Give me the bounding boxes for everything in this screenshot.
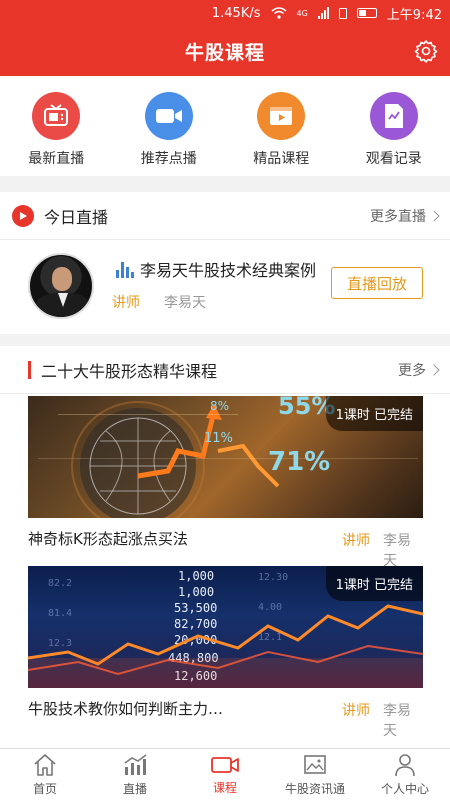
course-card[interactable]: 1,000 1,000 53,500 82,700 20,000 448,800…: [28, 566, 423, 739]
chevron-right-icon: [428, 209, 440, 222]
quick-latest-live[interactable]: 最新直播: [0, 76, 113, 176]
svg-text:82.2: 82.2: [48, 578, 72, 589]
network-type: 4G: [296, 8, 308, 18]
tv-icon: [32, 92, 81, 140]
teacher-label: 讲师: [112, 295, 140, 311]
play-icon: [12, 204, 34, 227]
status-bar: 1.45K/s 4G 上午9:42: [0, 0, 450, 26]
bottom-tab-bar: 首页 直播 课程 牛股资讯通 个人中心: [0, 748, 450, 800]
tab-home[interactable]: 首页: [0, 749, 90, 800]
course-name: 神奇标K形态起涨点买法: [28, 530, 188, 548]
avatar: [28, 253, 94, 319]
quick-actions: 最新直播 推荐点播 精品课程 观看记录: [0, 76, 450, 176]
page-title: 牛股课程: [184, 41, 265, 64]
tab-profile[interactable]: 个人中心: [360, 749, 450, 800]
tab-label: 牛股资讯通: [284, 781, 345, 796]
quick-label: 最新直播: [28, 151, 85, 167]
quick-label: 精品课程: [253, 151, 310, 167]
course-section-header: 二十大牛股形态精华课程 更多: [0, 346, 450, 394]
svg-text:12.3: 12.3: [48, 638, 72, 649]
course-badge: 1课时 已完结: [325, 566, 423, 601]
teacher-name: 李易天: [164, 295, 206, 311]
course-thumbnail: 55% 71% 11% 8% 1课时 已完结: [28, 396, 423, 518]
title-bar: 牛股课程: [0, 26, 450, 76]
chevron-right-icon: [428, 363, 440, 376]
section-title: 今日直播: [44, 207, 109, 227]
more-label: 更多: [398, 362, 426, 379]
teacher-label: 讲师: [342, 533, 370, 549]
image-icon: [304, 754, 326, 774]
thumb-text: 53,500: [174, 601, 217, 615]
svg-text:12.30: 12.30: [258, 572, 288, 583]
wifi-icon: [271, 7, 286, 19]
tab-courses[interactable]: 课程: [180, 749, 270, 800]
today-live-section: 今日直播 更多直播 李易天牛股技术经典案例 讲师 李易天 直播回放: [0, 192, 450, 334]
quick-label: 观看记录: [365, 151, 422, 167]
thumb-text: 1,000: [178, 569, 214, 583]
course-section: 二十大牛股形态精华课程 更多 55% 71% 11% 8% 1课时 已完结 神奇…: [0, 346, 450, 748]
course-name: 牛股技术教你如何判断主力介入: [28, 700, 228, 718]
tab-label: 个人中心: [380, 781, 429, 796]
clock: 上午9:42: [386, 7, 442, 23]
more-label: 更多直播: [370, 208, 426, 225]
thumb-text: 82,700: [174, 617, 217, 631]
tab-live[interactable]: 直播: [90, 749, 180, 800]
more-courses-link[interactable]: 更多: [398, 360, 440, 380]
svg-text:81.4: 81.4: [48, 608, 72, 619]
more-live-link[interactable]: 更多直播: [370, 206, 440, 226]
video-icon: [211, 756, 239, 773]
teacher-name: 李易天: [383, 703, 411, 739]
thumb-text: 11%: [204, 431, 233, 446]
live-item[interactable]: 李易天牛股技术经典案例 讲师 李易天 直播回放: [0, 240, 450, 334]
quick-watch-history[interactable]: 观看记录: [338, 76, 450, 176]
signal-icon: [317, 7, 329, 19]
sim-icon: [338, 7, 347, 19]
course-thumbnail: 1,000 1,000 53,500 82,700 20,000 448,800…: [28, 566, 423, 688]
home-icon: [34, 753, 56, 776]
live-bars-icon: [116, 260, 134, 278]
section-title: 二十大牛股形态精华课程: [41, 361, 218, 381]
thumb-text: 8%: [210, 399, 229, 413]
live-section-header: 今日直播 更多直播: [0, 192, 450, 240]
quick-premium-course[interactable]: 精品课程: [225, 76, 338, 176]
gear-icon[interactable]: [414, 39, 438, 63]
tab-label: 课程: [212, 780, 237, 795]
course-badge: 1课时 已完结: [325, 396, 423, 431]
chart-icon: [124, 753, 147, 775]
tab-label: 首页: [32, 781, 57, 796]
thumb-text: 71%: [268, 447, 330, 477]
thumb-text: 1,000: [178, 585, 214, 599]
teacher-label: 讲师: [342, 703, 370, 719]
live-title: 李易天牛股技术经典案例: [140, 261, 317, 280]
svg-text:12.1: 12.1: [258, 632, 282, 643]
network-speed: 1.45K/s: [211, 5, 261, 21]
section-accent-bar: [28, 360, 31, 379]
person-icon: [395, 753, 415, 776]
video-camera-icon: [144, 92, 193, 140]
battery-icon: [356, 8, 377, 18]
svg-text:4.00: 4.00: [258, 602, 282, 613]
quick-recommended-vod[interactable]: 推荐点播: [113, 76, 226, 176]
replay-button[interactable]: 直播回放: [331, 267, 423, 299]
teacher-name: 李易天: [383, 533, 411, 569]
tab-label: 直播: [122, 781, 147, 796]
film-play-icon: [257, 92, 306, 140]
quick-label: 推荐点播: [140, 151, 197, 167]
history-doc-icon: [369, 92, 418, 140]
tab-news[interactable]: 牛股资讯通: [270, 749, 360, 800]
course-card[interactable]: 55% 71% 11% 8% 1课时 已完结 神奇标K形态起涨点买法 讲师 李易…: [28, 396, 423, 569]
